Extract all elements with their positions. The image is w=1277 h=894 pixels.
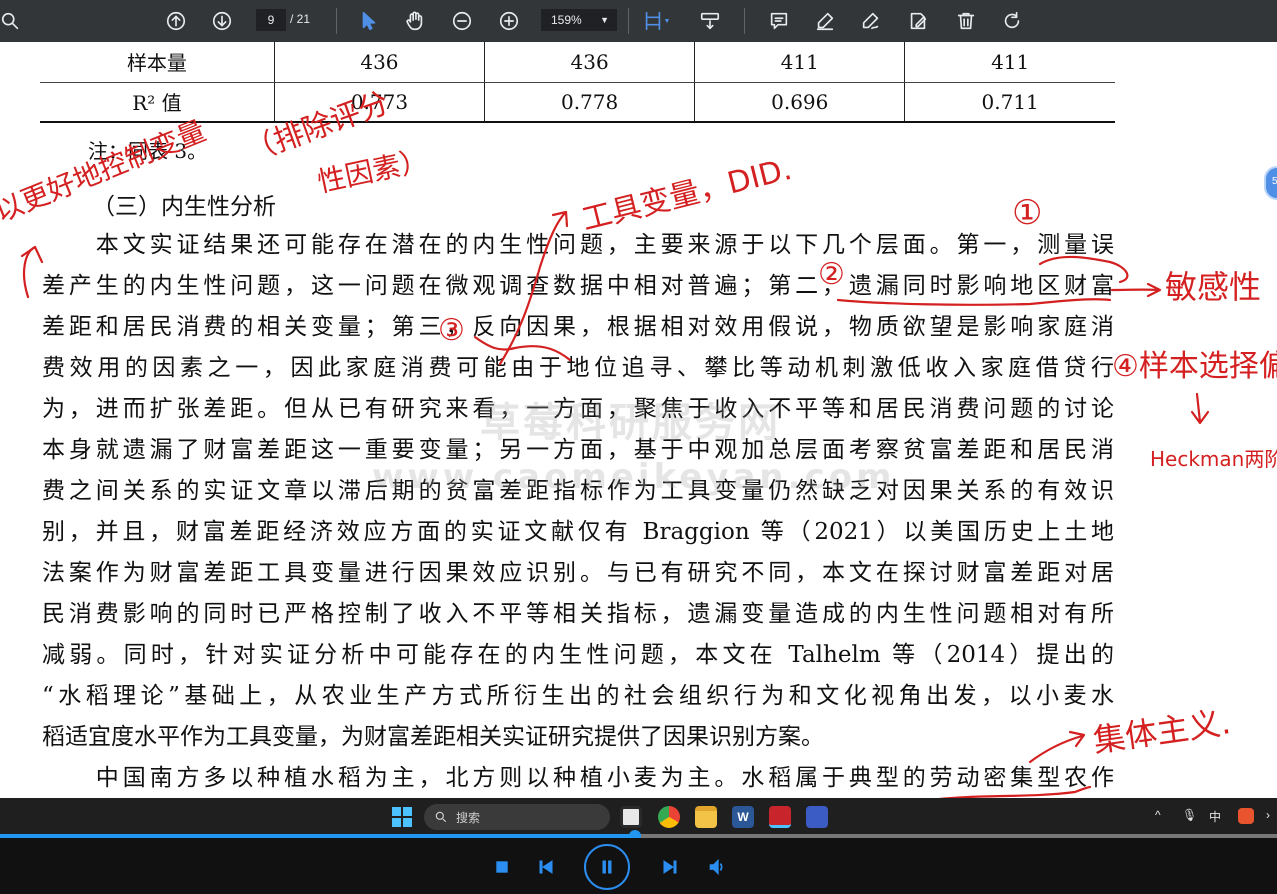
table-cell-label: 样本量 (40, 42, 275, 83)
paragraph-line: 法案作为财富差距工具变量进行因果效应识别。与已有研究不同，本文在探讨财富差距对居 (42, 560, 1114, 586)
delete-trash-icon[interactable] (953, 8, 979, 34)
annotation-text: 敏感性 (1165, 268, 1261, 306)
toolbar-divider (744, 8, 745, 34)
windows-start-icon[interactable] (392, 807, 412, 827)
next-page-button[interactable] (209, 8, 235, 34)
annotation-text: ④样本选择偏 (1112, 349, 1277, 384)
file-explorer-icon[interactable] (695, 806, 717, 828)
tray-more-icon[interactable]: › (1266, 808, 1270, 822)
chrome-icon[interactable] (658, 806, 680, 828)
annotation-text: 工具变量，DID. (578, 152, 795, 238)
rotate-redo-icon[interactable] (999, 8, 1025, 34)
annotation-stroke (20, 245, 44, 264)
select-cursor-icon[interactable] (356, 8, 382, 34)
fit-page-icon[interactable]: ▼ (638, 8, 674, 34)
page-number-input[interactable] (256, 9, 286, 31)
watermark-url: www.caomeikeyan.com (372, 457, 896, 497)
stop-button[interactable] (493, 858, 511, 876)
microphone-icon[interactable]: 🎙 (1182, 808, 1197, 822)
sogou-ime-icon[interactable] (1238, 808, 1254, 824)
table-cell: 411 (694, 42, 906, 83)
table-cell: 0.773 (274, 82, 486, 123)
pause-button[interactable] (584, 844, 630, 890)
ime-indicator[interactable]: 中 (1209, 808, 1221, 825)
previous-page-button[interactable] (163, 8, 189, 34)
chevron-down-icon: ▼ (600, 15, 609, 25)
table-cell-label: R² 值 (40, 82, 275, 123)
toolbar-divider (336, 8, 337, 34)
search-placeholder: 搜索 (456, 810, 481, 825)
annotation-stroke (22, 245, 37, 299)
table-row: 样本量 436 436 411 411 (40, 42, 1115, 83)
watermark-text: 草莓科研服务网 (480, 400, 781, 446)
annotation-stroke (1190, 392, 1210, 425)
paragraph-line: 差距和居民消费的相关变量；第三，反向因果，根据相对效用假说，物质欲望是影响家庭消 (42, 314, 1114, 340)
chevron-down-icon: ▼ (663, 17, 671, 25)
page-total: / 21 (290, 12, 311, 26)
zoom-out-button[interactable] (449, 8, 475, 34)
read-mode-icon[interactable] (697, 8, 723, 34)
results-table: 样本量 436 436 411 411 R² 值 0.773 0.778 0.6… (40, 42, 1115, 123)
table-cell: 0.696 (694, 82, 906, 123)
previous-track-button[interactable] (536, 858, 556, 876)
paragraph-line: “水稻理论”基础上，从农业生产方式所衍生出的社会组织行为和文化视角出发，以小麦水 (42, 683, 1114, 709)
paragraph-line: 别，并且，财富差距经济效应方面的实证文献仅有 Braggion 等（2021）以… (42, 519, 1114, 545)
paragraph-line: 差产生的内生性问题，这一问题在微观调查数据中相对普遍；第二，遗漏同时影响地区财富 (42, 273, 1114, 299)
table-cell: 436 (274, 42, 486, 83)
toolbar-divider (628, 8, 629, 34)
paragraph-line: 本文实证结果还可能存在潜在的内生性问题，主要来源于以下几个层面。第一，测量误 (42, 232, 1114, 258)
pdf-toolbar: / 21 159% ▼ ▼ (0, 0, 1277, 42)
annotation-stroke (551, 210, 569, 228)
app-grid-icon[interactable] (806, 806, 828, 828)
pdf-reader-icon[interactable] (769, 806, 791, 828)
paragraph-line: 中国南方多以种植水稻为主，北方则以种植小麦为主。水稻属于典型的劳动密集型农作 (42, 765, 1114, 791)
table-cell: 0.778 (484, 82, 696, 123)
table-cell: 436 (484, 42, 696, 83)
edit-text-icon[interactable] (905, 8, 931, 34)
paragraph-line: 减弱。同时，针对实证分析中可能存在的内生性问题，本文在 Talhelm 等（20… (42, 642, 1114, 668)
draw-signature-icon[interactable] (858, 8, 884, 34)
annotation-text: Heckman两阶 (1150, 447, 1277, 471)
highlight-pen-icon[interactable] (812, 8, 838, 34)
task-view-icon[interactable] (620, 806, 642, 828)
table-cell: 0.711 (904, 82, 1115, 123)
video-player-controls (0, 838, 1277, 894)
zoom-level-value: 159% (551, 13, 582, 27)
hand-tool-icon[interactable] (401, 8, 429, 34)
floating-side-tab[interactable]: 5 (1264, 166, 1277, 200)
paragraph-line: 稻适宜度水平作为工具变量，为财富差距相关实证研究提供了因果识别方案。 (42, 724, 824, 750)
next-track-button[interactable] (660, 858, 680, 876)
pdf-page-view[interactable]: 样本量 436 436 411 411 R² 值 0.773 0.778 0.6… (0, 42, 1277, 798)
annotation-stroke (1146, 282, 1162, 298)
annotation-text: 性因素） (315, 143, 431, 199)
search-icon (435, 811, 447, 823)
zoom-level-select[interactable]: 159% ▼ (541, 9, 617, 31)
section-heading: （三）内生性分析 (92, 194, 276, 220)
tray-expand-icon[interactable]: ^ (1155, 808, 1161, 822)
annotation-stroke (1068, 730, 1086, 748)
paragraph-line: 费效用的因素之一，因此家庭消费可能由于地位追寻、攀比等动机刺激低收入家庭借贷行 (42, 355, 1114, 381)
annotation-text: ① (1012, 193, 1042, 233)
volume-icon[interactable] (706, 857, 728, 877)
zoom-search-icon[interactable] (0, 8, 24, 34)
paragraph-line: 民消费影响的同时已严格控制了收入不平等相关指标，遗漏变量造成的内生性问题相对有所 (42, 601, 1114, 627)
annotation-text: 集体主义. (1091, 703, 1233, 760)
table-row: R² 值 0.773 0.778 0.696 0.711 (40, 82, 1115, 123)
table-note: 注：同表 3。 (88, 139, 208, 163)
windows-taskbar: 搜索 W ^ 🎙 中 › (0, 798, 1277, 834)
word-icon[interactable]: W (732, 806, 754, 828)
zoom-in-button[interactable] (496, 8, 522, 34)
taskbar-search-box[interactable]: 搜索 (424, 804, 610, 830)
annotation-stroke (1028, 734, 1084, 764)
table-cell: 411 (904, 42, 1115, 83)
comment-icon[interactable] (766, 8, 792, 34)
